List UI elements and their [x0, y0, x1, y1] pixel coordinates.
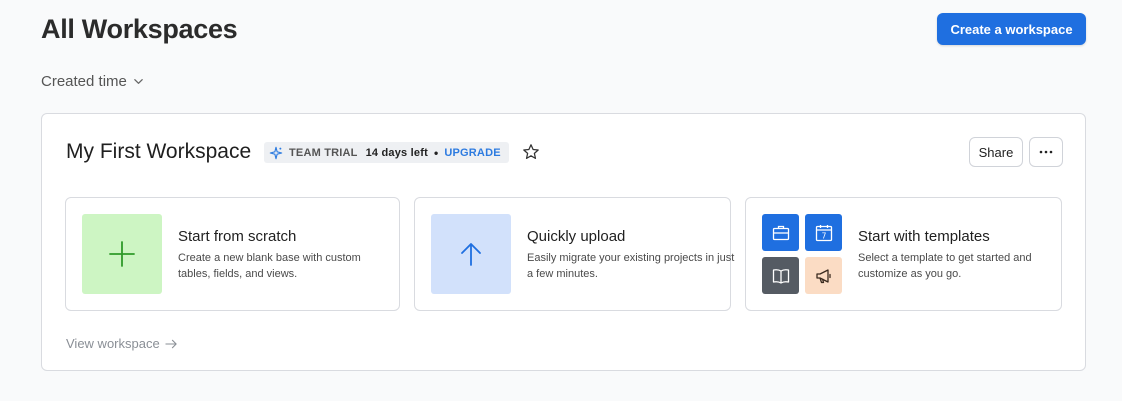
option-title: Quickly upload: [527, 228, 626, 245]
sort-dropdown[interactable]: Created time: [41, 73, 144, 90]
option-description: Select a template to get started and cus…: [858, 252, 1032, 280]
book-icon: [762, 257, 799, 294]
calendar-icon: 7: [805, 214, 842, 251]
page-title: All Workspaces: [41, 14, 238, 44]
option-description: Create a new blank base with custom tabl…: [178, 252, 361, 280]
more-options-button[interactable]: [1029, 137, 1063, 167]
view-workspace-label: View workspace: [66, 336, 160, 351]
upgrade-link[interactable]: UPGRADE: [444, 147, 500, 159]
badge-separator: •: [433, 145, 439, 160]
share-button[interactable]: Share: [969, 137, 1023, 167]
plan-label: TEAM TRIAL: [289, 146, 358, 159]
start-with-templates-card[interactable]: 7 Start with templates Select a template…: [745, 197, 1062, 311]
arrow-right-icon: [165, 339, 177, 348]
upload-tile: [431, 214, 511, 294]
option-title: Start from scratch: [178, 228, 297, 245]
megaphone-icon: [805, 257, 842, 294]
arrow-up-icon: [461, 243, 481, 266]
star-icon[interactable]: [522, 143, 540, 161]
quickly-upload-card[interactable]: Quickly upload Easily migrate your exist…: [414, 197, 734, 311]
option-title: Start with templates: [858, 228, 990, 245]
start-from-scratch-card[interactable]: Start from scratch Create a new blank ba…: [65, 197, 400, 311]
workspace-card: My First Workspace TEAM TRIAL 14 days le…: [41, 113, 1086, 371]
create-workspace-button[interactable]: Create a workspace: [937, 13, 1086, 45]
briefcase-icon: [762, 214, 799, 251]
plan-badge: TEAM TRIAL 14 days left • UPGRADE: [264, 142, 509, 163]
calendar-day: 7: [821, 231, 826, 240]
option-description: Easily migrate your existing projects in…: [527, 252, 735, 280]
scratch-tile: [82, 214, 162, 294]
chevron-down-icon: [134, 79, 143, 84]
days-left: 14 days left: [365, 146, 428, 159]
plus-icon: [109, 241, 135, 267]
more-icon: [1039, 150, 1053, 154]
template-icons: 7: [762, 214, 844, 296]
workspace-name[interactable]: My First Workspace: [66, 140, 251, 164]
sort-label: Created time: [41, 73, 127, 90]
view-workspace-link[interactable]: View workspace: [66, 336, 178, 351]
sparkle-icon: [269, 146, 283, 160]
